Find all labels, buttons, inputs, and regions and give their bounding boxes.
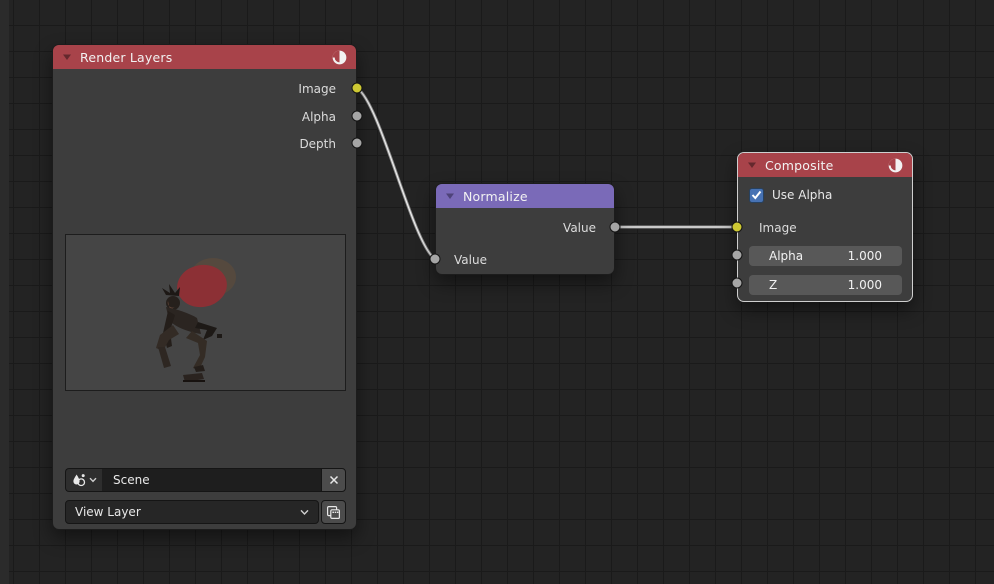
socket-normalize-value-input[interactable] [430,254,441,265]
node-normalize[interactable]: Normalize Value Value [435,183,615,275]
scene-unlink-button[interactable] [321,468,346,492]
socket-normalize-value-output[interactable] [610,222,621,233]
slider-label: Alpha [769,249,848,263]
node-title: Render Layers [80,50,324,65]
preview-character [66,235,346,391]
socket-composite-alpha-input[interactable] [732,250,743,261]
use-alpha-label: Use Alpha [772,188,832,202]
socket-composite-image-input[interactable] [732,222,743,233]
use-alpha-checkbox[interactable] [749,188,764,203]
node-title: Normalize [463,189,605,204]
node-header-render-layers[interactable]: Render Layers [53,45,356,69]
output-label-alpha: Alpha [53,106,356,128]
render-preview-image [65,234,346,391]
chevron-down-icon [300,509,309,516]
output-label-depth: Depth [53,133,356,155]
view-layer-row: View Layer [65,500,346,524]
node-render-layers[interactable]: Render Layers Image Alpha Depth [52,44,357,530]
editor-left-edge [0,0,9,584]
view-layer-dropdown[interactable]: View Layer [65,500,319,524]
scene-id-dropdown[interactable] [65,468,102,492]
checkmark-icon [751,190,762,200]
input-label-value: Value [436,249,487,271]
node-header-normalize[interactable]: Normalize [436,184,614,208]
slider-value: 1.000 [848,249,882,263]
socket-renderlayers-image-output[interactable] [352,83,363,94]
node-title: Composite [765,158,880,173]
scene-name-field[interactable]: Scene [102,468,321,492]
collapse-triangle-icon[interactable] [445,192,455,200]
collapse-triangle-icon[interactable] [747,161,757,169]
scene-selector: Scene [65,468,346,492]
view-layer-button[interactable] [321,500,346,524]
close-icon [329,475,339,485]
output-label-value: Value [436,217,614,239]
material-sphere-icon[interactable] [888,158,903,173]
chevron-down-icon [89,477,97,483]
slider-label: Z [769,278,848,292]
socket-renderlayers-alpha-output[interactable] [352,111,363,122]
material-sphere-icon[interactable] [332,50,347,65]
slider-value: 1.000 [848,278,882,292]
link-renderlayers-to-normalize [357,88,435,259]
output-label-image: Image [53,78,356,100]
node-header-composite[interactable]: Composite [738,153,912,177]
renderlayers-icon [326,505,341,520]
z-value-slider[interactable]: Z 1.000 [749,275,902,295]
scene-icon [72,473,86,487]
alpha-value-slider[interactable]: Alpha 1.000 [749,246,902,266]
socket-renderlayers-depth-output[interactable] [352,138,363,149]
node-composite[interactable]: Composite Use Alpha Image Alpha 1.000 Z … [737,152,913,302]
view-layer-value: View Layer [75,505,300,519]
collapse-triangle-icon[interactable] [62,53,72,61]
use-alpha-row: Use Alpha [749,187,832,203]
socket-composite-z-input[interactable] [732,278,743,289]
input-label-image: Image [759,217,797,239]
